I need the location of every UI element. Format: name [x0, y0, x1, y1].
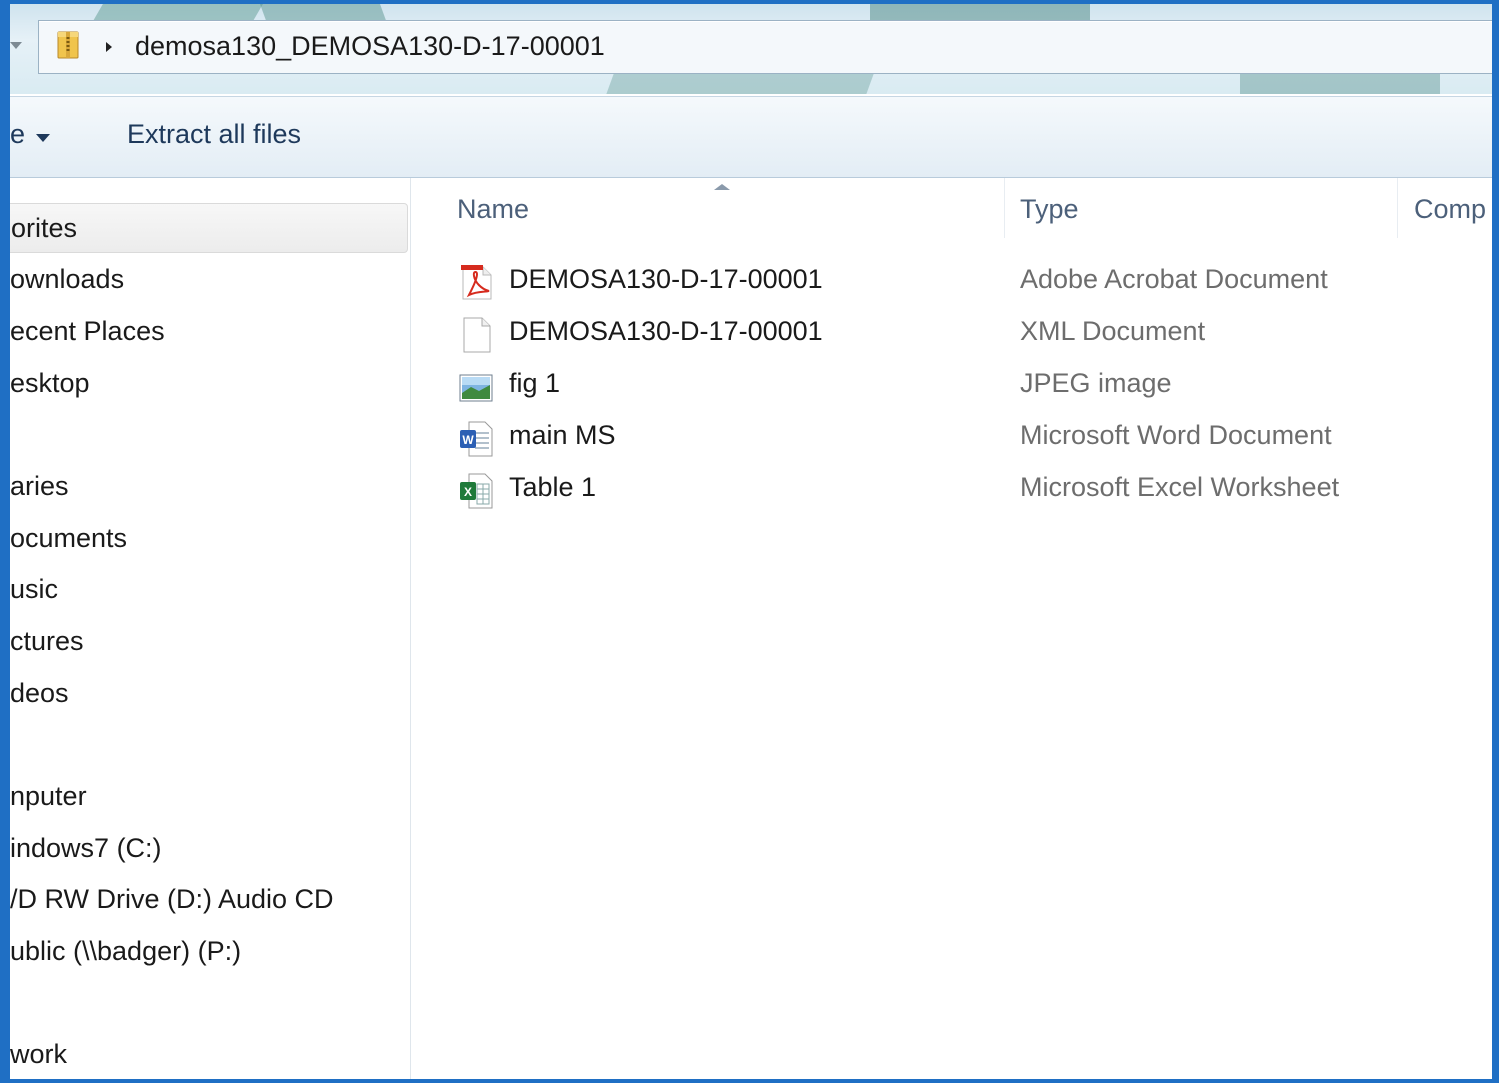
excel-worksheet-icon: X — [460, 473, 493, 509]
nav-item-downloads[interactable]: ownloads — [10, 255, 124, 303]
file-type: JPEG image — [1020, 368, 1172, 398]
nav-item-recent-places[interactable]: ecent Places — [10, 307, 165, 355]
breadcrumb-chevron-icon[interactable] — [106, 42, 112, 52]
file-row[interactable]: DEMOSA130-D-17-00001 XML Document — [411, 308, 1492, 360]
word-document-icon: W — [460, 421, 493, 457]
file-type: Adobe Acrobat Document — [1020, 264, 1328, 294]
svg-text:X: X — [464, 485, 472, 499]
command-bar: e Extract all files — [10, 96, 1492, 178]
file-type: XML Document — [1020, 316, 1206, 346]
file-name: main MS — [509, 420, 616, 450]
column-header-compressed-size[interactable]: Comp — [1398, 178, 1492, 238]
file-type: Microsoft Word Document — [1020, 420, 1332, 450]
nav-item-desktop[interactable]: esktop — [10, 359, 90, 407]
file-type: Microsoft Excel Worksheet — [1020, 472, 1340, 502]
column-header-name[interactable]: Name — [411, 178, 1005, 238]
file-row[interactable]: DEMOSA130-D-17-00001 Adobe Acrobat Docum… — [411, 256, 1492, 308]
navigation-pane: orites ownloads ecent Places esktop arie… — [10, 178, 411, 1079]
nav-item-music[interactable]: usic — [10, 565, 58, 613]
nav-item-dvd-drive-d[interactable]: /D RW Drive (D:) Audio CD — [10, 875, 334, 923]
nav-item-network[interactable]: work — [10, 1030, 67, 1078]
nav-item-public-p[interactable]: ublic (\\badger) (P:) — [10, 927, 241, 975]
file-row[interactable]: fig 1 JPEG image — [411, 360, 1492, 412]
file-name: fig 1 — [509, 368, 561, 398]
nav-item-videos[interactable]: deos — [10, 669, 69, 717]
organize-dropdown-icon[interactable] — [36, 134, 50, 142]
file-list: Name Type Comp DEMOSA130-D-17-00001 Adob… — [411, 178, 1492, 1079]
pdf-icon — [461, 265, 492, 300]
sort-ascending-icon — [714, 184, 730, 190]
nav-item-libraries[interactable]: aries — [10, 462, 69, 510]
extract-all-files-button[interactable]: Extract all files — [127, 119, 301, 150]
jpeg-image-icon — [459, 374, 493, 402]
file-row[interactable]: X Table 1 Microsoft Excel Worksheet — [411, 464, 1492, 516]
recent-pages-dropdown-icon[interactable] — [10, 42, 22, 49]
nav-item-documents[interactable]: ocuments — [10, 514, 127, 562]
address-bar-strip: demosa130_DEMOSA130-D-17-00001 — [10, 4, 1492, 94]
nav-item-computer[interactable]: nputer — [10, 772, 87, 820]
file-name: DEMOSA130-D-17-00001 — [509, 264, 823, 294]
nav-item-pictures[interactable]: ctures — [10, 617, 84, 665]
zip-folder-icon — [57, 31, 79, 59]
svg-text:W: W — [462, 433, 474, 447]
xml-file-icon — [463, 317, 491, 353]
organize-button[interactable]: e — [10, 119, 25, 150]
nav-item-favorites[interactable]: orites — [10, 203, 408, 253]
file-name: Table 1 — [509, 472, 597, 502]
file-row[interactable]: W main MS Microsoft Word Document — [411, 412, 1492, 464]
address-bar[interactable]: demosa130_DEMOSA130-D-17-00001 — [38, 20, 1492, 74]
breadcrumb-current-folder[interactable]: demosa130_DEMOSA130-D-17-00001 — [135, 31, 605, 62]
column-header-type[interactable]: Type — [1004, 178, 1398, 238]
nav-item-windows7-c[interactable]: indows7 (C:) — [10, 824, 162, 872]
explorer-window: demosa130_DEMOSA130-D-17-00001 e Extract… — [10, 4, 1492, 1079]
file-name: DEMOSA130-D-17-00001 — [509, 316, 823, 346]
